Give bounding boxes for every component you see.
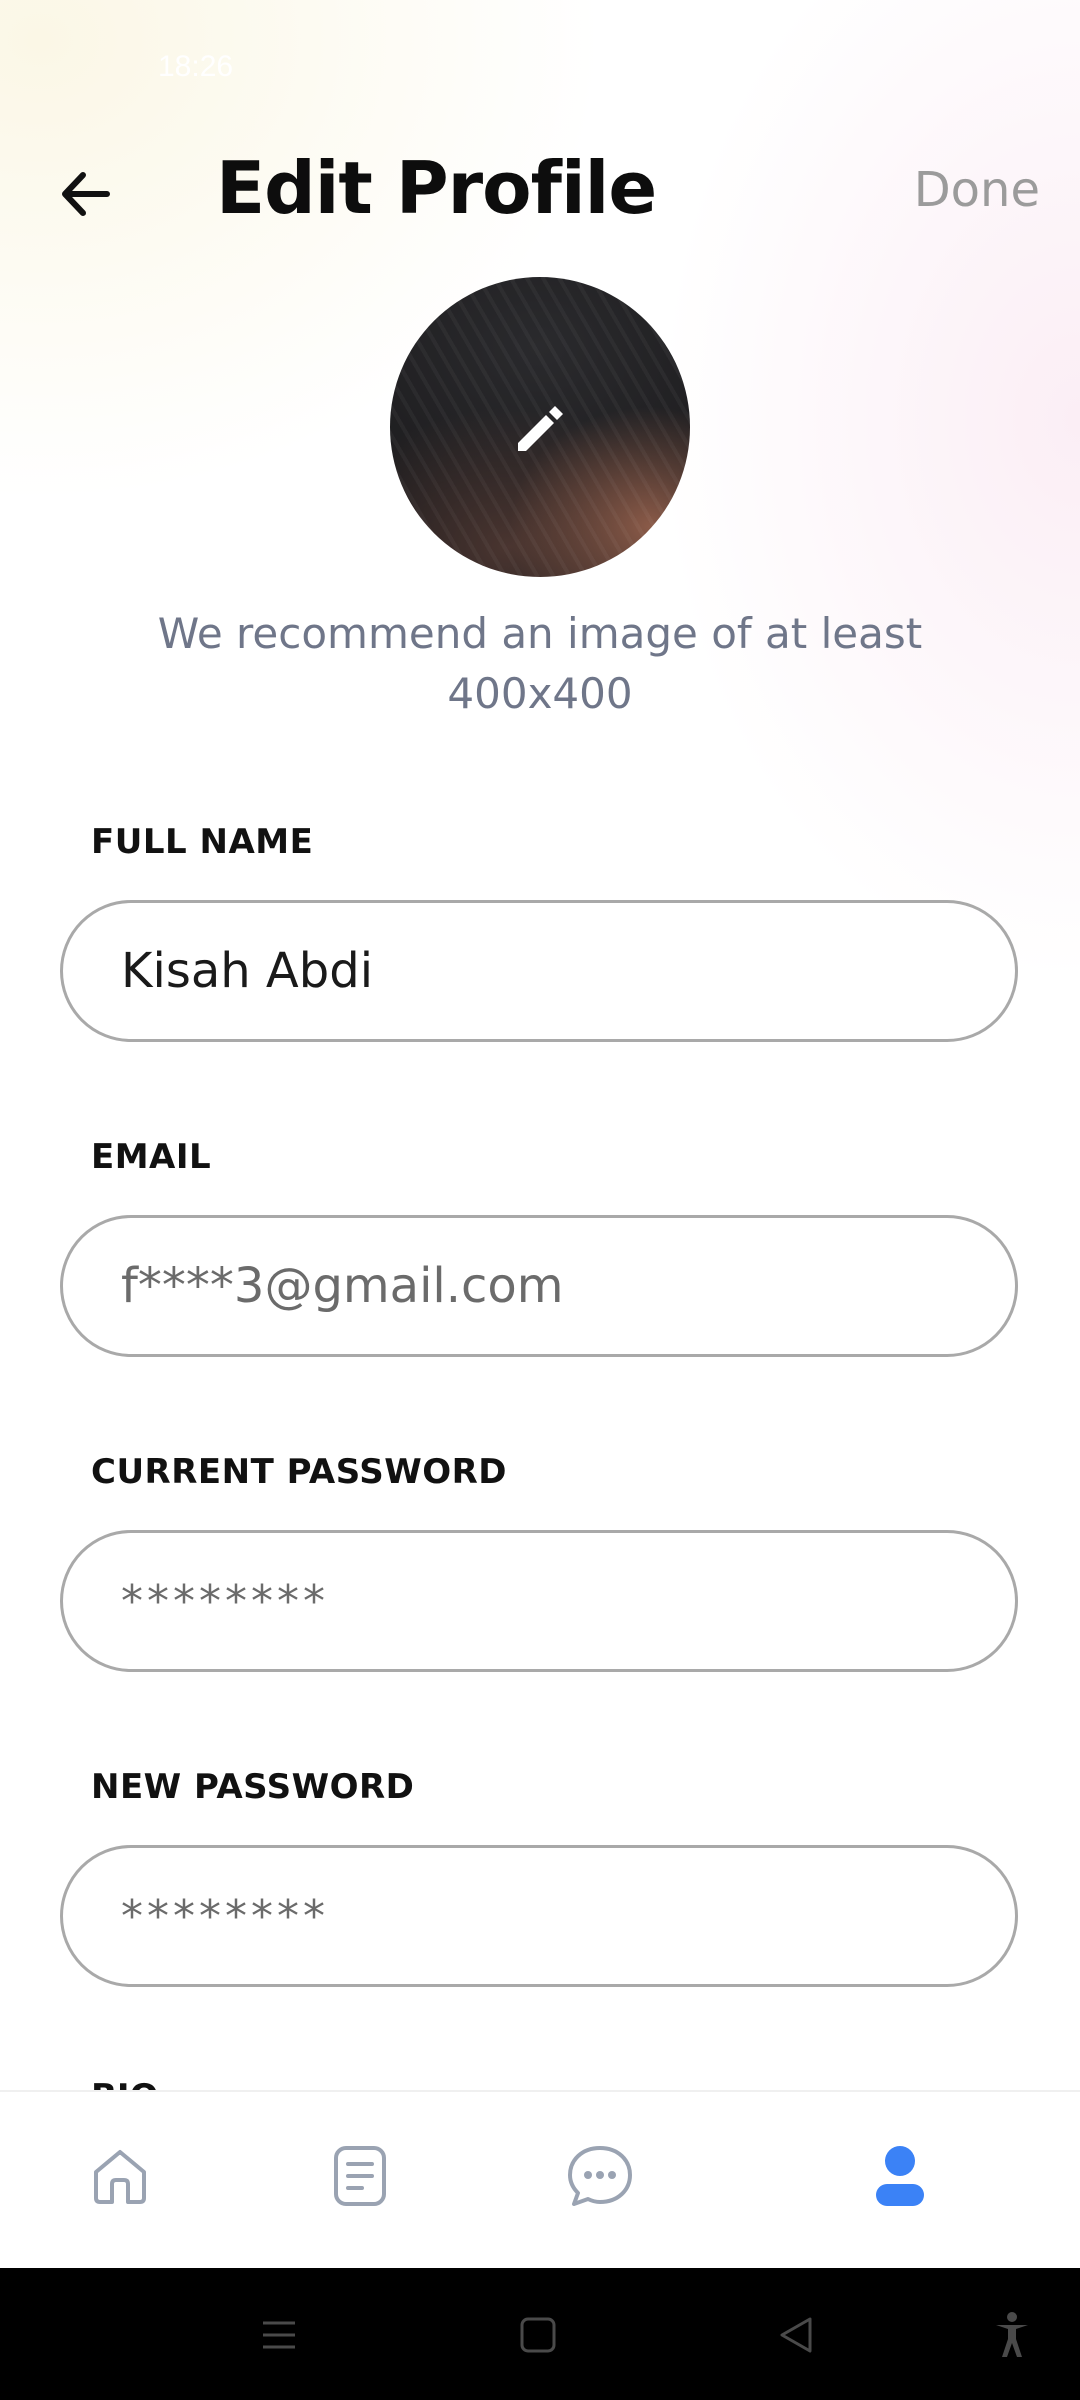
- back-button[interactable]: [40, 154, 130, 234]
- document-icon: [334, 2146, 386, 2206]
- avatar-edit-button[interactable]: [390, 277, 690, 577]
- bottom-nav: [0, 2090, 1080, 2270]
- done-button[interactable]: Done: [914, 162, 1040, 218]
- current-password-field[interactable]: ********: [60, 1530, 1018, 1672]
- system-accessibility-button[interactable]: [982, 2308, 1042, 2362]
- email-field[interactable]: f****3@gmail.com: [60, 1215, 1018, 1357]
- email-value: f****3@gmail.com: [121, 1258, 564, 1314]
- arrow-left-icon: [62, 172, 110, 216]
- home-square-icon: [520, 2317, 556, 2353]
- new-password-label: NEW PASSWORD: [91, 1767, 415, 1807]
- nav-documents[interactable]: [320, 2136, 400, 2216]
- status-time: 18:26: [158, 50, 234, 83]
- nav-home[interactable]: [80, 2136, 160, 2216]
- image-recommendation: We recommend an image of at least 400x40…: [157, 609, 923, 718]
- pencil-icon: [518, 406, 563, 451]
- system-back-button[interactable]: [766, 2308, 826, 2362]
- system-menu-button[interactable]: [249, 2308, 309, 2362]
- header: Edit Profile Done: [0, 140, 1080, 250]
- current-password-value: ********: [121, 1575, 329, 1627]
- system-home-button[interactable]: [508, 2308, 568, 2362]
- nav-profile[interactable]: [860, 2136, 940, 2216]
- chat-icon: [568, 2146, 632, 2206]
- full-name-value: Kisah Abdi: [121, 943, 374, 999]
- profile-icon: [876, 2146, 924, 2206]
- email-label: EMAIL: [91, 1137, 212, 1177]
- accessibility-icon: [996, 2312, 1028, 2357]
- full-name-label: FULL NAME: [91, 822, 314, 862]
- back-triangle-icon: [780, 2317, 812, 2353]
- new-password-field[interactable]: ********: [60, 1845, 1018, 1987]
- current-password-label: CURRENT PASSWORD: [91, 1452, 507, 1492]
- system-navigation-bar: [0, 2268, 1080, 2400]
- home-icon: [94, 2150, 146, 2204]
- status-bar: 18:26: [0, 0, 1080, 120]
- full-name-field[interactable]: Kisah Abdi: [60, 900, 1018, 1042]
- new-password-value: ********: [121, 1890, 329, 1942]
- menu-icon: [263, 2321, 295, 2349]
- nav-messages[interactable]: [560, 2136, 640, 2216]
- page-title: Edit Profile: [216, 146, 657, 230]
